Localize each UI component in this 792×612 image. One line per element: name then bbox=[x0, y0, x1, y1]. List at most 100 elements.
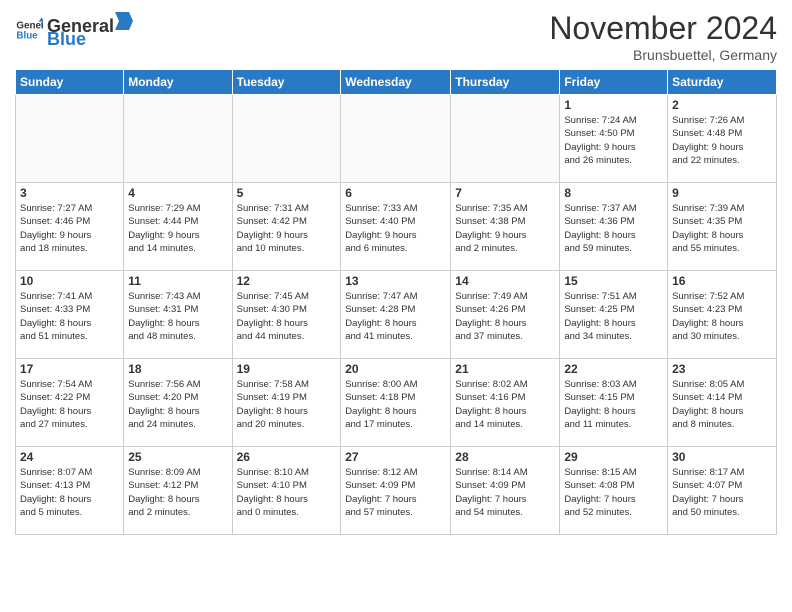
day-number: 24 bbox=[20, 450, 119, 464]
calendar-cell: 8 Sunrise: 7:37 AM Sunset: 4:36 PM Daylig… bbox=[560, 183, 668, 271]
day-number: 30 bbox=[672, 450, 772, 464]
calendar-table: SundayMondayTuesdayWednesdayThursdayFrid… bbox=[15, 69, 777, 535]
dow-header-thursday: Thursday bbox=[451, 70, 560, 95]
day-number: 16 bbox=[672, 274, 772, 288]
day-info: Sunrise: 7:37 AM Sunset: 4:36 PM Dayligh… bbox=[564, 202, 663, 255]
page: General Blue General Blue November 2024 … bbox=[0, 0, 792, 612]
day-info: Sunrise: 7:47 AM Sunset: 4:28 PM Dayligh… bbox=[345, 290, 446, 343]
calendar-week-5: 24Sunrise: 8:07 AM Sunset: 4:13 PM Dayli… bbox=[16, 447, 777, 535]
day-info: Sunrise: 8:02 AM Sunset: 4:16 PM Dayligh… bbox=[455, 378, 555, 431]
dow-header-wednesday: Wednesday bbox=[341, 70, 451, 95]
day-info: Sunrise: 7:26 AM Sunset: 4:48 PM Dayligh… bbox=[672, 114, 772, 167]
calendar-cell: 4 Sunrise: 7:29 AM Sunset: 4:44 PM Daylig… bbox=[124, 183, 232, 271]
day-number: 15 bbox=[564, 274, 663, 288]
day-info: Sunrise: 7:45 AM Sunset: 4:30 PM Dayligh… bbox=[237, 290, 337, 343]
calendar-cell: 12 Sunrise: 7:45 AM Sunset: 4:30 PM Dayli… bbox=[232, 271, 341, 359]
logo-icon: General Blue bbox=[15, 16, 43, 44]
calendar-cell: 17Sunrise: 7:54 AM Sunset: 4:22 PM Dayli… bbox=[16, 359, 124, 447]
day-info: Sunrise: 7:51 AM Sunset: 4:25 PM Dayligh… bbox=[564, 290, 663, 343]
day-info: Sunrise: 8:03 AM Sunset: 4:15 PM Dayligh… bbox=[564, 378, 663, 431]
day-info: Sunrise: 7:41 AM Sunset: 4:33 PM Dayligh… bbox=[20, 290, 119, 343]
header: General Blue General Blue November 2024 … bbox=[15, 10, 777, 63]
calendar-cell bbox=[232, 95, 341, 183]
calendar-cell: 28 Sunrise: 8:14 AM Sunset: 4:09 PM Dayli… bbox=[451, 447, 560, 535]
day-number: 23 bbox=[672, 362, 772, 376]
day-number: 19 bbox=[237, 362, 337, 376]
day-info: Sunrise: 7:27 AM Sunset: 4:46 PM Dayligh… bbox=[20, 202, 119, 255]
calendar-cell: 7 Sunrise: 7:35 AM Sunset: 4:38 PM Daylig… bbox=[451, 183, 560, 271]
calendar-cell: 13Sunrise: 7:47 AM Sunset: 4:28 PM Dayli… bbox=[341, 271, 451, 359]
dow-header-friday: Friday bbox=[560, 70, 668, 95]
day-info: Sunrise: 7:35 AM Sunset: 4:38 PM Dayligh… bbox=[455, 202, 555, 255]
calendar-cell: 21 Sunrise: 8:02 AM Sunset: 4:16 PM Dayli… bbox=[451, 359, 560, 447]
calendar-cell: 1Sunrise: 7:24 AM Sunset: 4:50 PM Daylig… bbox=[560, 95, 668, 183]
calendar-week-2: 3Sunrise: 7:27 AM Sunset: 4:46 PM Daylig… bbox=[16, 183, 777, 271]
day-info: Sunrise: 7:24 AM Sunset: 4:50 PM Dayligh… bbox=[564, 114, 663, 167]
calendar-cell: 26 Sunrise: 8:10 AM Sunset: 4:10 PM Dayli… bbox=[232, 447, 341, 535]
day-number: 8 bbox=[564, 186, 663, 200]
calendar-cell: 11 Sunrise: 7:43 AM Sunset: 4:31 PM Dayli… bbox=[124, 271, 232, 359]
calendar-cell bbox=[341, 95, 451, 183]
calendar-week-3: 10 Sunrise: 7:41 AM Sunset: 4:33 PM Dayli… bbox=[16, 271, 777, 359]
day-info: Sunrise: 7:56 AM Sunset: 4:20 PM Dayligh… bbox=[128, 378, 227, 431]
day-info: Sunrise: 8:17 AM Sunset: 4:07 PM Dayligh… bbox=[672, 466, 772, 519]
day-number: 7 bbox=[455, 186, 555, 200]
day-number: 14 bbox=[455, 274, 555, 288]
day-number: 21 bbox=[455, 362, 555, 376]
day-number: 10 bbox=[20, 274, 119, 288]
day-info: Sunrise: 7:33 AM Sunset: 4:40 PM Dayligh… bbox=[345, 202, 446, 255]
day-info: Sunrise: 7:39 AM Sunset: 4:35 PM Dayligh… bbox=[672, 202, 772, 255]
day-number: 5 bbox=[237, 186, 337, 200]
dow-header-sunday: Sunday bbox=[16, 70, 124, 95]
day-info: Sunrise: 7:58 AM Sunset: 4:19 PM Dayligh… bbox=[237, 378, 337, 431]
dow-header-saturday: Saturday bbox=[668, 70, 777, 95]
calendar-cell: 2Sunrise: 7:26 AM Sunset: 4:48 PM Daylig… bbox=[668, 95, 777, 183]
day-number: 22 bbox=[564, 362, 663, 376]
day-of-week-row: SundayMondayTuesdayWednesdayThursdayFrid… bbox=[16, 70, 777, 95]
day-number: 17 bbox=[20, 362, 119, 376]
day-number: 6 bbox=[345, 186, 446, 200]
calendar-cell: 14 Sunrise: 7:49 AM Sunset: 4:26 PM Dayli… bbox=[451, 271, 560, 359]
day-number: 28 bbox=[455, 450, 555, 464]
calendar-cell: 16Sunrise: 7:52 AM Sunset: 4:23 PM Dayli… bbox=[668, 271, 777, 359]
calendar-cell: 20 Sunrise: 8:00 AM Sunset: 4:18 PM Dayli… bbox=[341, 359, 451, 447]
calendar-cell: 10 Sunrise: 7:41 AM Sunset: 4:33 PM Dayli… bbox=[16, 271, 124, 359]
calendar-cell: 9Sunrise: 7:39 AM Sunset: 4:35 PM Daylig… bbox=[668, 183, 777, 271]
day-number: 27 bbox=[345, 450, 446, 464]
day-info: Sunrise: 7:43 AM Sunset: 4:31 PM Dayligh… bbox=[128, 290, 227, 343]
day-info: Sunrise: 8:00 AM Sunset: 4:18 PM Dayligh… bbox=[345, 378, 446, 431]
day-info: Sunrise: 8:14 AM Sunset: 4:09 PM Dayligh… bbox=[455, 466, 555, 519]
day-number: 25 bbox=[128, 450, 227, 464]
day-info: Sunrise: 8:05 AM Sunset: 4:14 PM Dayligh… bbox=[672, 378, 772, 431]
day-number: 4 bbox=[128, 186, 227, 200]
calendar-cell: 24Sunrise: 8:07 AM Sunset: 4:13 PM Dayli… bbox=[16, 447, 124, 535]
day-info: Sunrise: 8:09 AM Sunset: 4:12 PM Dayligh… bbox=[128, 466, 227, 519]
day-info: Sunrise: 8:10 AM Sunset: 4:10 PM Dayligh… bbox=[237, 466, 337, 519]
day-number: 12 bbox=[237, 274, 337, 288]
calendar-week-1: 1Sunrise: 7:24 AM Sunset: 4:50 PM Daylig… bbox=[16, 95, 777, 183]
calendar-body: 1Sunrise: 7:24 AM Sunset: 4:50 PM Daylig… bbox=[16, 95, 777, 535]
calendar-cell: 27 Sunrise: 8:12 AM Sunset: 4:09 PM Dayli… bbox=[341, 447, 451, 535]
day-number: 20 bbox=[345, 362, 446, 376]
day-info: Sunrise: 8:12 AM Sunset: 4:09 PM Dayligh… bbox=[345, 466, 446, 519]
calendar-cell: 18Sunrise: 7:56 AM Sunset: 4:20 PM Dayli… bbox=[124, 359, 232, 447]
day-number: 29 bbox=[564, 450, 663, 464]
dow-header-monday: Monday bbox=[124, 70, 232, 95]
day-info: Sunrise: 7:31 AM Sunset: 4:42 PM Dayligh… bbox=[237, 202, 337, 255]
calendar-cell bbox=[451, 95, 560, 183]
calendar-cell: 29 Sunrise: 8:15 AM Sunset: 4:08 PM Dayli… bbox=[560, 447, 668, 535]
calendar-cell: 25 Sunrise: 8:09 AM Sunset: 4:12 PM Dayli… bbox=[124, 447, 232, 535]
day-info: Sunrise: 7:49 AM Sunset: 4:26 PM Dayligh… bbox=[455, 290, 555, 343]
dow-header-tuesday: Tuesday bbox=[232, 70, 341, 95]
logo-arrow-icon bbox=[115, 10, 133, 32]
day-info: Sunrise: 7:29 AM Sunset: 4:44 PM Dayligh… bbox=[128, 202, 227, 255]
day-info: Sunrise: 8:15 AM Sunset: 4:08 PM Dayligh… bbox=[564, 466, 663, 519]
calendar-cell: 22 Sunrise: 8:03 AM Sunset: 4:15 PM Dayli… bbox=[560, 359, 668, 447]
calendar-week-4: 17Sunrise: 7:54 AM Sunset: 4:22 PM Dayli… bbox=[16, 359, 777, 447]
logo: General Blue General Blue bbox=[15, 10, 134, 50]
day-number: 26 bbox=[237, 450, 337, 464]
title-block: November 2024 Brunsbuettel, Germany bbox=[549, 10, 777, 63]
month-title: November 2024 bbox=[549, 10, 777, 47]
calendar-cell bbox=[124, 95, 232, 183]
day-number: 11 bbox=[128, 274, 227, 288]
